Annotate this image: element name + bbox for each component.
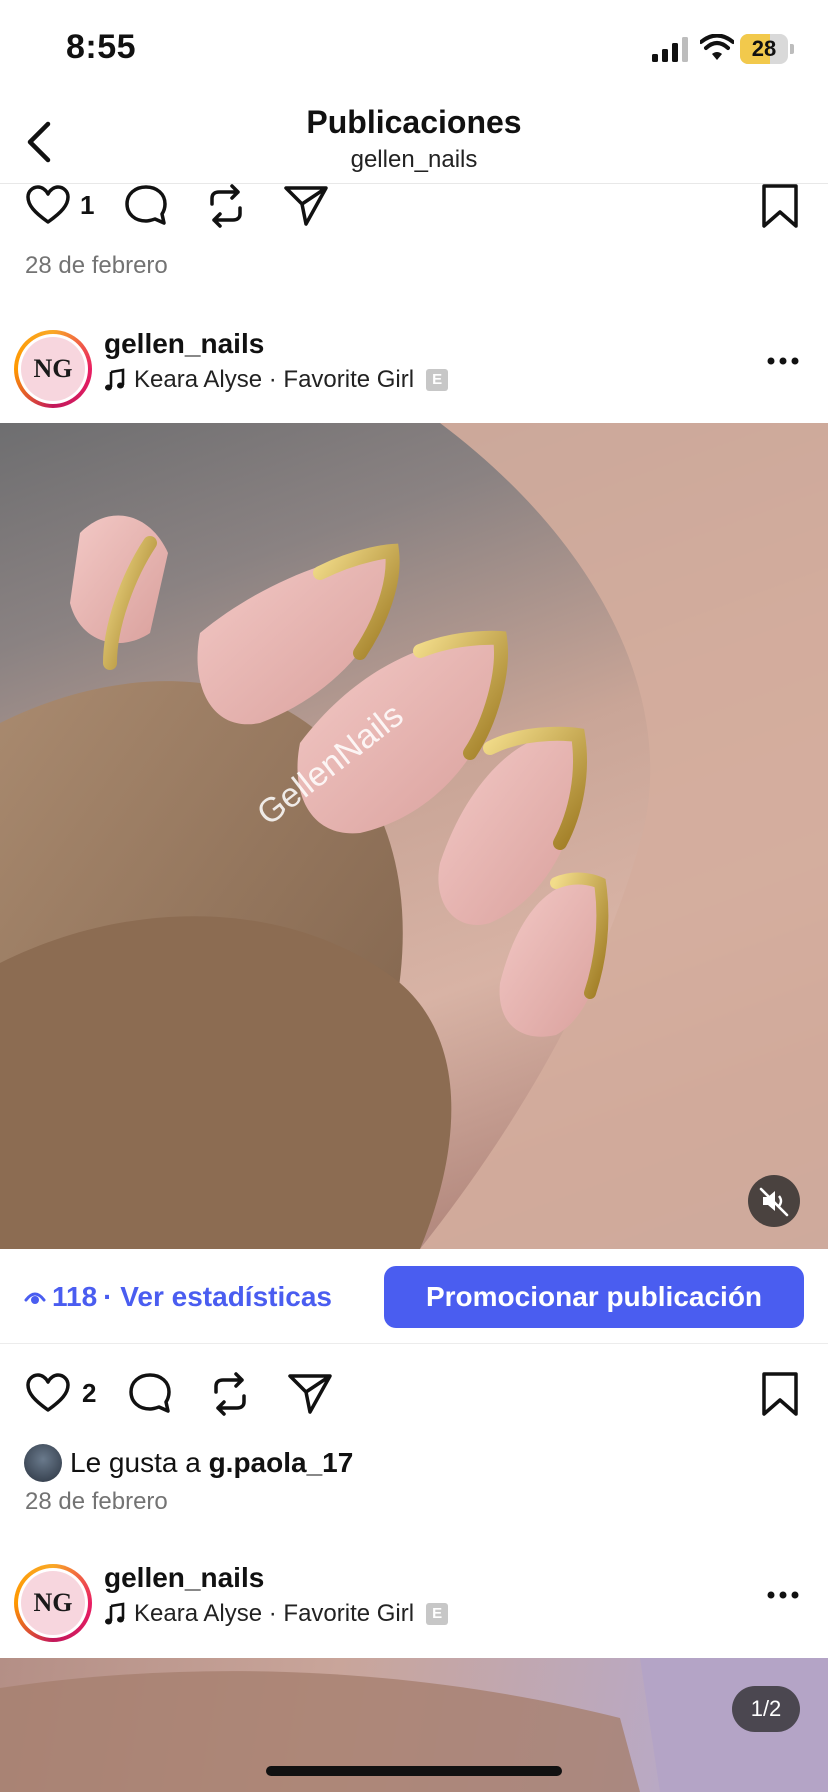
- share-icon[interactable]: [282, 182, 330, 230]
- status-bar: 8:55 28: [0, 0, 828, 100]
- username[interactable]: gellen_nails: [104, 328, 264, 360]
- like-count[interactable]: 1: [80, 190, 94, 221]
- cellular-signal-icon: [652, 37, 688, 62]
- promote-post-button[interactable]: Promocionar publicación: [384, 1266, 804, 1328]
- post2-action-row: 2: [0, 1370, 828, 1426]
- bookmark-icon[interactable]: [756, 182, 804, 230]
- nails-photo: [0, 423, 828, 1249]
- explicit-badge: E: [426, 1603, 449, 1625]
- music-note-icon: [105, 368, 125, 391]
- avatar-logo: NG: [21, 337, 85, 401]
- explicit-badge: E: [426, 369, 449, 391]
- liked-by-prefix: Le gusta a: [70, 1447, 201, 1478]
- carousel-pager: 1/2: [732, 1686, 800, 1732]
- avatar[interactable]: NG: [14, 1564, 92, 1642]
- navigation-bar: Publicaciones gellen_nails: [0, 100, 828, 184]
- comment-icon[interactable]: [126, 1370, 174, 1418]
- post-date: 28 de febrero: [25, 1488, 168, 1515]
- post-date: 28 de febrero: [25, 252, 168, 279]
- comment-icon[interactable]: [122, 182, 170, 230]
- wifi-icon: [700, 34, 734, 60]
- liked-by-text: Le gusta a g.paola_17: [70, 1447, 353, 1479]
- mute-icon[interactable]: [748, 1175, 800, 1227]
- avatar[interactable]: NG: [14, 330, 92, 408]
- liked-by[interactable]: Le gusta a g.paola_17: [24, 1444, 353, 1482]
- repost-icon[interactable]: [206, 1370, 254, 1418]
- post-header: NG gellen_nails Keara Alyse · Favorite G…: [0, 322, 828, 418]
- insights-bar: 118 · Ver estadísticas Promocionar publi…: [0, 1249, 828, 1344]
- music-label: Keara Alyse · Favorite Girl: [134, 1600, 415, 1627]
- heart-icon[interactable]: [24, 182, 72, 230]
- avatar-logo: NG: [21, 1571, 85, 1635]
- battery-indicator: 28: [740, 34, 794, 64]
- page-subtitle: gellen_nails: [350, 146, 478, 173]
- status-time: 8:55: [66, 28, 137, 66]
- stats-label: · Ver estadísticas: [103, 1281, 332, 1312]
- more-icon[interactable]: [766, 356, 800, 366]
- page-title: Publicaciones: [306, 104, 522, 140]
- music-info[interactable]: Keara Alyse · Favorite Girl E: [104, 1600, 449, 1628]
- like-count[interactable]: 2: [82, 1378, 96, 1409]
- music-note-icon: [105, 1602, 125, 1625]
- view-count: 118: [52, 1281, 98, 1312]
- bookmark-icon[interactable]: [756, 1370, 804, 1418]
- heart-icon[interactable]: [24, 1370, 72, 1418]
- share-icon[interactable]: [286, 1370, 334, 1418]
- post1-action-row: 1: [0, 182, 828, 238]
- liker-avatar: [24, 1444, 62, 1482]
- music-label: Keara Alyse · Favorite Girl: [134, 366, 415, 393]
- battery-cap: [790, 44, 794, 54]
- username[interactable]: gellen_nails: [104, 1562, 264, 1594]
- repost-icon[interactable]: [202, 182, 250, 230]
- post-video[interactable]: GellenNails: [0, 423, 828, 1249]
- battery-percent: 28: [751, 36, 777, 61]
- home-indicator[interactable]: [266, 1766, 562, 1776]
- view-stats-link[interactable]: 118 · Ver estadísticas: [24, 1281, 332, 1313]
- liked-by-user[interactable]: g.paola_17: [209, 1447, 354, 1478]
- music-info[interactable]: Keara Alyse · Favorite Girl E: [104, 366, 449, 394]
- more-icon[interactable]: [766, 1590, 800, 1600]
- post-header: NG gellen_nails Keara Alyse · Favorite G…: [0, 1556, 828, 1652]
- eye-icon: [24, 1292, 46, 1304]
